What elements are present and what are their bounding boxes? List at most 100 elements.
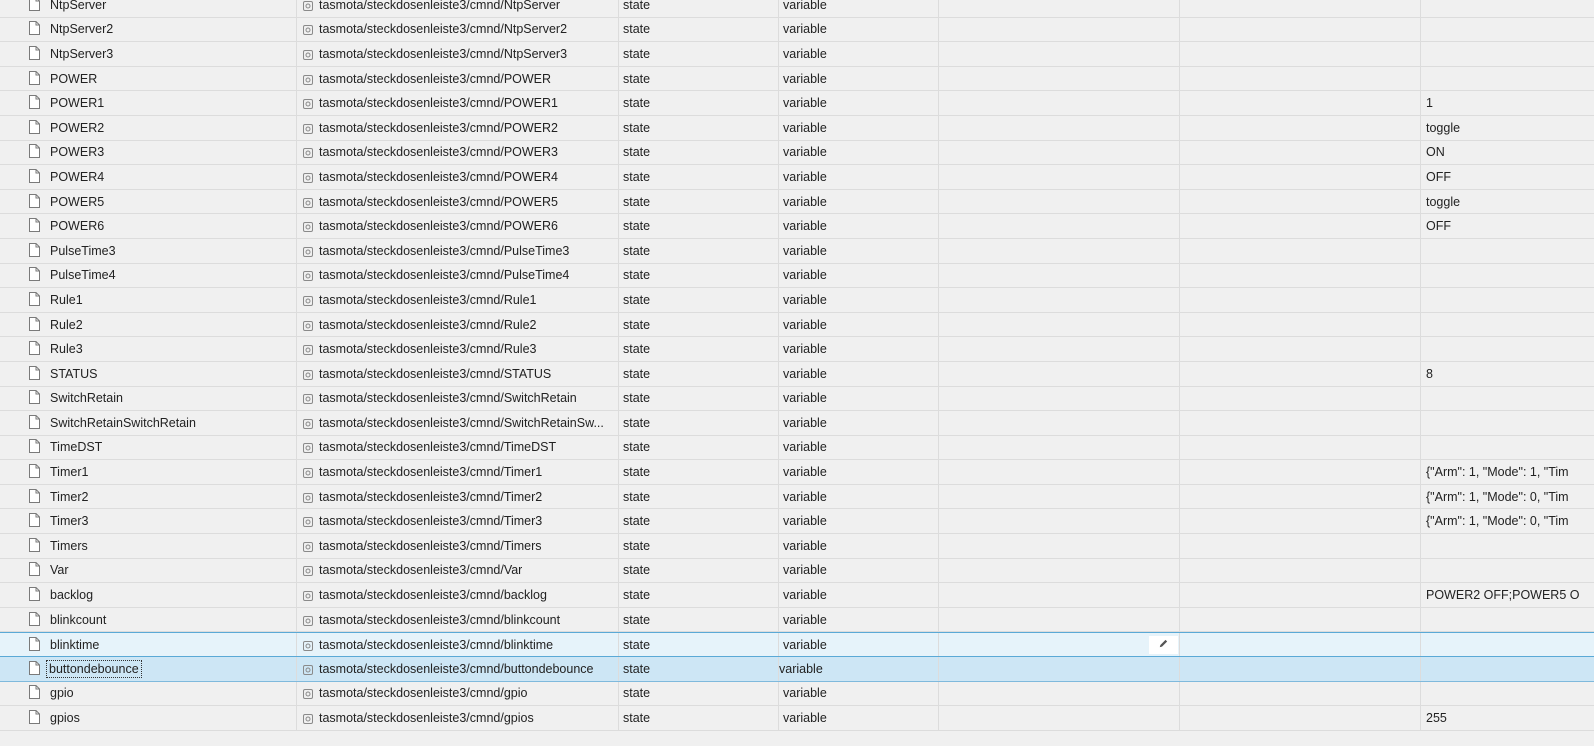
table-row[interactable]: gpio tasmota/steckdosenleiste3/cmnd/gpio s…: [0, 681, 1594, 707]
name-cell[interactable]: Rule2: [0, 313, 296, 337]
id-cell[interactable]: tasmota/steckdosenleiste3/cmnd/Timers: [296, 534, 618, 558]
table-row[interactable]: Rule1 tasmota/steckdosenleiste3/cmnd/Rule…: [0, 288, 1594, 313]
name-cell[interactable]: Timer3: [0, 509, 296, 533]
value-cell[interactable]: [1420, 42, 1594, 66]
name-cell[interactable]: gpio: [0, 682, 296, 706]
id-cell[interactable]: tasmota/steckdosenleiste3/cmnd/POWER2: [296, 115, 618, 140]
value-cell[interactable]: [1420, 411, 1594, 435]
room-cell[interactable]: [938, 633, 1179, 657]
id-cell[interactable]: tasmota/steckdosenleiste3/cmnd/gpio: [296, 681, 618, 706]
function-cell[interactable]: [1179, 435, 1420, 460]
function-cell[interactable]: [1179, 42, 1420, 66]
table-row[interactable]: STATUS tasmota/steckdosenleiste3/cmnd/STA…: [0, 361, 1594, 387]
value-cell[interactable]: 1: [1420, 91, 1594, 115]
table-row[interactable]: POWER1 tasmota/steckdosenleiste3/cmnd/POW…: [0, 91, 1594, 116]
name-cell[interactable]: POWER6: [0, 214, 296, 238]
room-cell[interactable]: [938, 214, 1179, 238]
name-cell[interactable]: gpios: [0, 706, 296, 730]
id-cell[interactable]: tasmota/steckdosenleiste3/cmnd/Timer3: [296, 509, 618, 534]
room-cell[interactable]: [938, 42, 1179, 66]
name-cell[interactable]: Rule1: [0, 288, 296, 312]
room-cell[interactable]: [938, 411, 1179, 435]
room-cell[interactable]: [938, 534, 1179, 558]
value-cell[interactable]: {"Arm": 1, "Mode": 1, "Tim: [1420, 460, 1594, 484]
function-cell[interactable]: [1179, 583, 1420, 607]
name-cell[interactable]: NtpServer3: [0, 42, 296, 66]
function-cell[interactable]: [1179, 214, 1420, 238]
table-row[interactable]: Rule2 tasmota/steckdosenleiste3/cmnd/Rule…: [0, 312, 1594, 338]
value-cell[interactable]: {"Arm": 1, "Mode": 0, "Tim: [1420, 484, 1594, 509]
value-cell[interactable]: [1420, 607, 1594, 632]
value-cell[interactable]: [1420, 263, 1594, 288]
room-cell[interactable]: [938, 681, 1179, 706]
room-cell[interactable]: [938, 607, 1179, 632]
id-cell[interactable]: tasmota/steckdosenleiste3/cmnd/STATUS: [296, 361, 618, 386]
room-cell[interactable]: [938, 165, 1179, 189]
value-cell[interactable]: [1420, 337, 1594, 361]
table-row[interactable]: blinktime tasmota/steckdosenleiste3/cmnd/…: [0, 632, 1594, 658]
id-cell[interactable]: tasmota/steckdosenleiste3/cmnd/backlog: [296, 583, 618, 607]
id-cell[interactable]: tasmota/steckdosenleiste3/cmnd/Var: [296, 558, 618, 583]
room-cell[interactable]: [938, 657, 1179, 681]
function-cell[interactable]: [1179, 657, 1420, 681]
function-cell[interactable]: [1179, 607, 1420, 632]
function-cell[interactable]: [1179, 361, 1420, 386]
id-cell[interactable]: tasmota/steckdosenleiste3/cmnd/POWER6: [296, 214, 618, 238]
name-cell[interactable]: POWER5: [0, 190, 296, 214]
function-cell[interactable]: [1179, 558, 1420, 583]
table-row[interactable]: Timers tasmota/steckdosenleiste3/cmnd/Tim…: [0, 534, 1594, 559]
function-cell[interactable]: [1179, 115, 1420, 140]
table-row[interactable]: Var tasmota/steckdosenleiste3/cmnd/Var sta…: [0, 558, 1594, 584]
name-cell[interactable]: NtpServer2: [0, 18, 296, 42]
id-cell[interactable]: tasmota/steckdosenleiste3/cmnd/blinkcoun…: [296, 607, 618, 632]
value-cell[interactable]: [1420, 312, 1594, 337]
function-cell[interactable]: [1179, 189, 1420, 214]
value-cell[interactable]: POWER2 OFF;POWER5 O: [1420, 583, 1594, 607]
room-cell[interactable]: [938, 238, 1179, 263]
id-cell[interactable]: tasmota/steckdosenleiste3/cmnd/SwitchRet…: [296, 411, 618, 435]
id-cell[interactable]: tasmota/steckdosenleiste3/cmnd/blinktime: [296, 633, 618, 657]
table-row[interactable]: TimeDST tasmota/steckdosenleiste3/cmnd/Ti…: [0, 435, 1594, 461]
id-cell[interactable]: tasmota/steckdosenleiste3/cmnd/NtpServer: [296, 0, 618, 17]
id-cell[interactable]: tasmota/steckdosenleiste3/cmnd/POWER4: [296, 165, 618, 189]
function-cell[interactable]: [1179, 534, 1420, 558]
value-cell[interactable]: [1420, 66, 1594, 91]
value-cell[interactable]: [1420, 386, 1594, 411]
function-cell[interactable]: [1179, 706, 1420, 730]
room-cell[interactable]: [938, 263, 1179, 288]
room-cell[interactable]: [938, 583, 1179, 607]
table-row[interactable]: PulseTime3 tasmota/steckdosenleiste3/cmnd…: [0, 238, 1594, 264]
value-cell[interactable]: [1420, 0, 1594, 17]
function-cell[interactable]: [1179, 633, 1420, 657]
name-cell[interactable]: PulseTime3: [0, 239, 296, 263]
function-cell[interactable]: [1179, 312, 1420, 337]
table-row[interactable]: backlog tasmota/steckdosenleiste3/cmnd/ba…: [0, 583, 1594, 608]
id-cell[interactable]: tasmota/steckdosenleiste3/cmnd/gpios: [296, 706, 618, 730]
function-cell[interactable]: [1179, 484, 1420, 509]
name-cell[interactable]: Var: [0, 559, 296, 583]
function-cell[interactable]: [1179, 411, 1420, 435]
room-cell[interactable]: [938, 706, 1179, 730]
value-cell[interactable]: [1420, 681, 1594, 706]
value-cell[interactable]: OFF: [1420, 214, 1594, 238]
room-cell[interactable]: [938, 189, 1179, 214]
function-cell[interactable]: [1179, 140, 1420, 165]
function-cell[interactable]: [1179, 337, 1420, 361]
id-cell[interactable]: tasmota/steckdosenleiste3/cmnd/Rule2: [296, 312, 618, 337]
id-cell[interactable]: tasmota/steckdosenleiste3/cmnd/PulseTime…: [296, 263, 618, 288]
id-cell[interactable]: tasmota/steckdosenleiste3/cmnd/NtpServer…: [296, 17, 618, 42]
room-cell[interactable]: [938, 66, 1179, 91]
name-cell[interactable]: STATUS: [0, 362, 296, 386]
value-cell[interactable]: {"Arm": 1, "Mode": 0, "Tim: [1420, 509, 1594, 534]
id-cell[interactable]: tasmota/steckdosenleiste3/cmnd/POWER1: [296, 91, 618, 115]
function-cell[interactable]: [1179, 165, 1420, 189]
room-cell[interactable]: [938, 312, 1179, 337]
id-cell[interactable]: tasmota/steckdosenleiste3/cmnd/POWER5: [296, 189, 618, 214]
table-row[interactable]: blinkcount tasmota/steckdosenleiste3/cmnd…: [0, 607, 1594, 633]
table-row[interactable]: POWER5 tasmota/steckdosenleiste3/cmnd/POW…: [0, 189, 1594, 215]
room-cell[interactable]: [938, 115, 1179, 140]
value-cell[interactable]: toggle: [1420, 189, 1594, 214]
value-cell[interactable]: [1420, 558, 1594, 583]
function-cell[interactable]: [1179, 681, 1420, 706]
id-cell[interactable]: tasmota/steckdosenleiste3/cmnd/POWER3: [296, 140, 618, 165]
